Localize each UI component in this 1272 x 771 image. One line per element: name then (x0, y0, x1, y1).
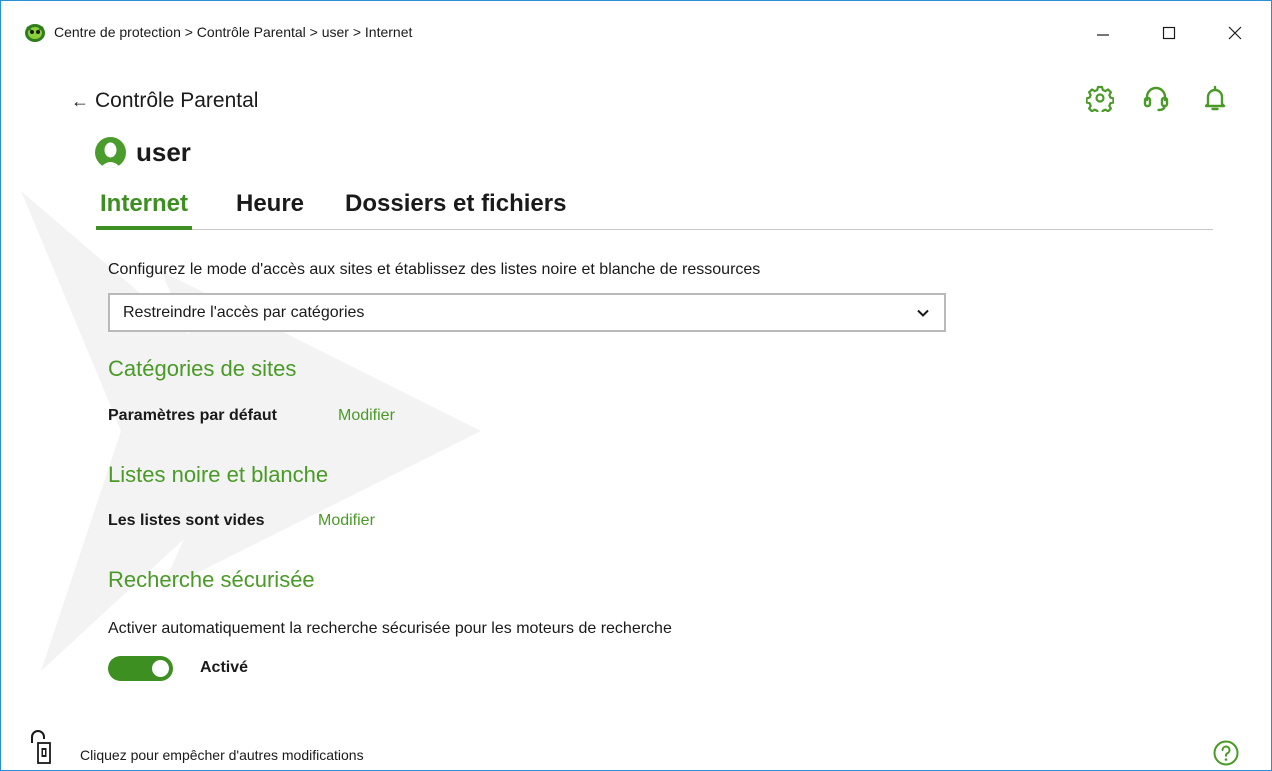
unlocked-lock-icon[interactable] (29, 729, 69, 765)
gear-icon (1086, 85, 1114, 112)
minimize-button[interactable] (1083, 15, 1123, 51)
access-mode-description: Configurez le mode d'accès aux sites et … (108, 261, 761, 278)
question-circle-icon[interactable] (1212, 739, 1240, 767)
support-button[interactable] (1141, 83, 1171, 113)
app-window: Centre de protection > Contrôle Parental… (0, 0, 1272, 771)
safe-search-state-label: Activé (200, 659, 249, 676)
access-mode-select[interactable]: Restreindre l'accès par catégories (108, 293, 946, 332)
access-mode-selected-value: Restreindre l'accès par catégories (123, 304, 365, 321)
close-icon (1228, 26, 1242, 40)
app-logo-icon (25, 24, 45, 42)
toggle-knob (152, 660, 169, 677)
close-button[interactable] (1215, 15, 1255, 51)
bell-icon (1204, 85, 1226, 111)
notifications-button[interactable] (1200, 83, 1230, 113)
modify-lists-link[interactable]: Modifier (318, 512, 375, 530)
section-title-black-white-lists: Listes noire et blanche (108, 462, 329, 487)
tab-internet[interactable]: Internet (96, 187, 193, 230)
modify-categories-link[interactable]: Modifier (338, 407, 395, 425)
tab-heure[interactable]: Heure (232, 187, 308, 229)
back-to-parental-control-link[interactable]: ← Contrôle Parental (71, 89, 258, 113)
maximize-button[interactable] (1149, 15, 1189, 51)
maximize-icon (1162, 26, 1176, 40)
section-title-site-categories: Catégories de sites (108, 356, 297, 381)
headset-icon (1143, 86, 1169, 112)
back-link-label: Contrôle Parental (95, 89, 259, 112)
window-title: Centre de protection > Contrôle Parental… (54, 24, 413, 40)
tab-bar: Internet Heure Dossiers et fichiers (96, 187, 1213, 230)
section-title-safe-search: Recherche sécurisée (108, 567, 315, 592)
settings-button[interactable] (1085, 83, 1115, 113)
user-name: user (136, 137, 191, 167)
minimize-icon (1097, 34, 1109, 36)
lock-settings-text[interactable]: Cliquez pour empêcher d'autres modificat… (80, 747, 364, 763)
back-arrow-icon: ← (71, 90, 89, 111)
lists-status-label: Les listes sont vides (108, 512, 265, 529)
title-bar: Centre de protection > Contrôle Parental… (1, 1, 1271, 63)
user-header: user (95, 137, 191, 168)
tab-dossiers-et-fichiers[interactable]: Dossiers et fichiers (341, 187, 570, 229)
chevron-down-icon (917, 309, 929, 317)
user-avatar-icon (95, 137, 126, 168)
safe-search-toggle[interactable] (108, 656, 173, 681)
safe-search-description: Activer automatiquement la recherche séc… (108, 620, 672, 637)
categories-status-label: Paramètres par défaut (108, 407, 277, 424)
